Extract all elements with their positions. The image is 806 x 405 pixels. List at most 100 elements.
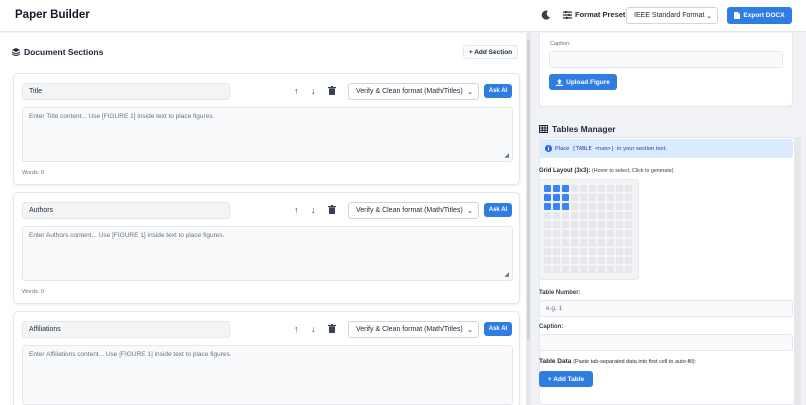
grid-cell[interactable] — [580, 230, 587, 237]
grid-cell[interactable] — [616, 185, 623, 192]
grid-cell[interactable] — [607, 212, 614, 219]
grid-cell[interactable] — [571, 230, 578, 237]
tables-scrollbar[interactable] — [795, 137, 801, 405]
grid-cell[interactable] — [598, 257, 605, 264]
grid-cell[interactable] — [625, 194, 632, 201]
grid-cell[interactable] — [616, 248, 623, 255]
grid-cell[interactable] — [562, 212, 569, 219]
grid-cell[interactable] — [553, 230, 560, 237]
grid-cell[interactable] — [544, 203, 551, 210]
figure-caption-input[interactable] — [549, 51, 783, 68]
grid-cell[interactable] — [625, 248, 632, 255]
trash-icon[interactable] — [328, 86, 336, 95]
grid-cell[interactable] — [580, 194, 587, 201]
grid-cell[interactable] — [571, 194, 578, 201]
grid-cell[interactable] — [607, 266, 614, 273]
grid-cell[interactable] — [589, 212, 596, 219]
grid-cell[interactable] — [571, 221, 578, 228]
ai-action-select[interactable]: Verify & Clean format (Math/Titles) ⌄ — [348, 202, 479, 219]
grid-cell[interactable] — [544, 257, 551, 264]
grid-cell[interactable] — [598, 221, 605, 228]
export-docx-button[interactable]: Export DOCX — [727, 7, 792, 24]
table-grid-picker[interactable] — [539, 179, 639, 280]
grid-cell[interactable] — [589, 194, 596, 201]
grid-cell[interactable] — [607, 239, 614, 246]
ask-ai-button[interactable]: Ask AI — [484, 203, 512, 217]
grid-cell[interactable] — [598, 248, 605, 255]
grid-cell[interactable] — [598, 212, 605, 219]
move-down-icon[interactable]: ↓ — [311, 205, 316, 215]
ai-action-select[interactable]: Verify & Clean format (Math/Titles) ⌄ — [348, 321, 479, 338]
grid-cell[interactable] — [571, 185, 578, 192]
grid-cell[interactable] — [616, 221, 623, 228]
grid-cell[interactable] — [607, 221, 614, 228]
grid-cell[interactable] — [589, 185, 596, 192]
grid-cell[interactable] — [553, 248, 560, 255]
grid-cell[interactable] — [616, 257, 623, 264]
grid-cell[interactable] — [544, 248, 551, 255]
table-number-input[interactable]: e.g. 1 — [539, 300, 793, 317]
grid-cell[interactable] — [625, 230, 632, 237]
grid-cell[interactable] — [562, 257, 569, 264]
grid-cell[interactable] — [553, 221, 560, 228]
resize-handle-icon[interactable]: ◢ — [504, 271, 509, 278]
grid-cell[interactable] — [553, 185, 560, 192]
grid-cell[interactable] — [598, 194, 605, 201]
grid-cell[interactable] — [580, 203, 587, 210]
grid-cell[interactable] — [553, 266, 560, 273]
grid-cell[interactable] — [571, 239, 578, 246]
dark-mode-moon-icon[interactable] — [540, 9, 552, 21]
grid-cell[interactable] — [616, 212, 623, 219]
add-section-button[interactable]: + Add Section — [463, 45, 518, 59]
grid-cell[interactable] — [562, 221, 569, 228]
grid-cell[interactable] — [616, 266, 623, 273]
grid-cell[interactable] — [589, 266, 596, 273]
grid-cell[interactable] — [616, 239, 623, 246]
grid-cell[interactable] — [616, 194, 623, 201]
section-content-textarea[interactable]: Enter Authors content... Use [FIGURE 1] … — [22, 226, 513, 281]
grid-cell[interactable] — [607, 230, 614, 237]
grid-cell[interactable] — [625, 185, 632, 192]
grid-cell[interactable] — [589, 257, 596, 264]
grid-cell[interactable] — [562, 230, 569, 237]
grid-cell[interactable] — [553, 212, 560, 219]
grid-cell[interactable] — [598, 266, 605, 273]
section-name-input[interactable]: Affiliations — [22, 321, 230, 338]
grid-cell[interactable] — [607, 257, 614, 264]
grid-cell[interactable] — [544, 212, 551, 219]
grid-cell[interactable] — [580, 257, 587, 264]
add-table-button[interactable]: + Add Table — [539, 371, 593, 387]
grid-cell[interactable] — [625, 266, 632, 273]
grid-cell[interactable] — [625, 221, 632, 228]
section-content-textarea[interactable]: Enter Affiliations content... Use [FIGUR… — [22, 345, 513, 405]
grid-cell[interactable] — [598, 185, 605, 192]
grid-cell[interactable] — [562, 194, 569, 201]
grid-cell[interactable] — [562, 248, 569, 255]
grid-cell[interactable] — [580, 266, 587, 273]
grid-cell[interactable] — [562, 266, 569, 273]
grid-cell[interactable] — [580, 212, 587, 219]
grid-cell[interactable] — [562, 239, 569, 246]
grid-cell[interactable] — [553, 203, 560, 210]
grid-cell[interactable] — [589, 239, 596, 246]
grid-cell[interactable] — [562, 185, 569, 192]
grid-cell[interactable] — [607, 194, 614, 201]
section-name-input[interactable]: Title — [22, 83, 230, 100]
grid-cell[interactable] — [562, 203, 569, 210]
grid-cell[interactable] — [544, 266, 551, 273]
grid-cell[interactable] — [553, 239, 560, 246]
grid-cell[interactable] — [625, 239, 632, 246]
grid-cell[interactable] — [571, 248, 578, 255]
upload-figure-button[interactable]: Upload Figure — [549, 74, 617, 90]
grid-cell[interactable] — [616, 230, 623, 237]
grid-cell[interactable] — [553, 257, 560, 264]
resize-handle-icon[interactable]: ◢ — [504, 152, 509, 159]
move-up-icon[interactable]: ↑ — [294, 205, 299, 215]
grid-cell[interactable] — [589, 248, 596, 255]
move-up-icon[interactable]: ↑ — [294, 86, 299, 96]
grid-cell[interactable] — [625, 257, 632, 264]
move-up-icon[interactable]: ↑ — [294, 324, 299, 334]
grid-cell[interactable] — [625, 212, 632, 219]
table-caption-input[interactable] — [539, 334, 793, 351]
grid-cell[interactable] — [580, 239, 587, 246]
